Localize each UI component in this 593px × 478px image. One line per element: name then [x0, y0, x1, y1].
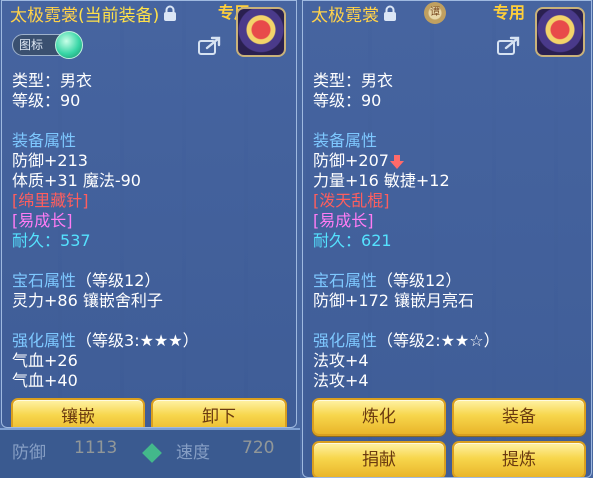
item-title: 太极霓裳: [311, 1, 397, 26]
speed-value: 720: [242, 438, 275, 458]
enhance-line: 法攻+4: [313, 351, 369, 370]
special-trait: [易成长]: [12, 211, 73, 230]
item-name: 太极霓裳: [10, 5, 78, 26]
gem-level: （等级12）: [76, 271, 161, 290]
speed-label: 速度: [176, 443, 210, 463]
enhance-header: 强化属性: [313, 331, 378, 350]
extract-button[interactable]: 提炼: [452, 441, 586, 477]
attr-line: 防御+207: [313, 151, 404, 171]
gem-line: 灵力+86 镶嵌舍利子: [12, 291, 163, 310]
icon-toggle[interactable]: 图标: [12, 31, 83, 59]
compare-item-tooltip: 太极霓裳 谭 专用 类型：男衣 等级：90 装备属性 防御+207 力量+16 …: [302, 0, 592, 478]
enhance-line: 法攻+4: [313, 371, 369, 390]
lock-icon: [164, 5, 177, 21]
type-line: 类型：男衣: [12, 71, 93, 90]
enhance-line: 气血+40: [12, 371, 78, 390]
level-line: 等级：90: [313, 91, 382, 110]
attr-header: 装备属性: [12, 131, 77, 150]
durability-value: 621: [361, 231, 392, 250]
inlay-button[interactable]: 镶嵌: [11, 398, 145, 427]
item-title: 太极霓裳 (当前装备): [10, 1, 177, 26]
gem-header: 宝石属性: [12, 271, 77, 290]
gem-level: （等级12）: [377, 271, 462, 290]
gem-header-line: 宝石属性（等级12）: [313, 271, 461, 291]
enhance-header-line: 强化属性（等级2:★★☆）: [313, 331, 500, 351]
enhance-header: 强化属性: [12, 331, 77, 350]
enhance-header-line: 强化属性（等级3:★★★）: [12, 331, 199, 351]
type-line: 类型：男衣: [313, 71, 394, 90]
attr-line: 力量+16 敏捷+12: [313, 171, 450, 190]
donate-button[interactable]: 捐献: [312, 441, 446, 477]
gem-line: 防御+172 镶嵌月亮石: [313, 291, 475, 310]
share-icon[interactable]: [497, 35, 521, 55]
equipped-item-tooltip: 太极霓裳 (当前装备) 专用 图标 类型：男衣 等级：90 装备属性 防御+21…: [1, 0, 297, 428]
seal-icon: 谭: [424, 2, 446, 24]
icon-toggle-label: 图标: [19, 38, 44, 52]
level-line: 等级：90: [12, 91, 81, 110]
gem-header: 宝石属性: [313, 271, 378, 290]
durability-line: 耐久：621: [313, 231, 392, 251]
attr-header: 装备属性: [313, 131, 378, 150]
item-name: 太极霓裳: [311, 5, 379, 26]
arrow-down-icon: [389, 154, 404, 169]
attr-line: 体质+31 魔法-90: [12, 171, 141, 190]
lock-icon: [384, 5, 396, 21]
attr-line-text: 防御+207: [313, 151, 389, 170]
character-avatar-icon: [236, 7, 286, 57]
refine-button[interactable]: 炼化: [312, 398, 446, 436]
durability-label: 耐久：: [313, 231, 362, 250]
durability-line: 耐久：537: [12, 231, 91, 251]
special-skill: [绵里藏针]: [12, 191, 89, 210]
special-trait: [易成长]: [313, 211, 374, 230]
enhance-level: （等级2:★★☆）: [377, 331, 500, 350]
toggle-orb-icon: [55, 31, 83, 59]
attr-line: 防御+213: [12, 151, 88, 170]
gem-header-line: 宝石属性（等级12）: [12, 271, 160, 291]
unequip-button[interactable]: 卸下: [151, 398, 287, 427]
defense-label: 防御: [12, 443, 46, 463]
durability-value: 537: [60, 231, 91, 250]
equip-button[interactable]: 装备: [452, 398, 586, 436]
share-icon[interactable]: [198, 35, 222, 55]
enhance-line: 气血+26: [12, 351, 78, 370]
special-skill: [泼天乱棍]: [313, 191, 390, 210]
durability-label: 耐久：: [12, 231, 61, 250]
equipped-tag: (当前装备): [78, 5, 160, 26]
defense-value: 1113: [74, 438, 118, 458]
character-avatar-icon: [535, 7, 585, 57]
exclusive-label: 专用: [493, 3, 526, 22]
enhance-level: （等级3:★★★）: [76, 331, 199, 350]
